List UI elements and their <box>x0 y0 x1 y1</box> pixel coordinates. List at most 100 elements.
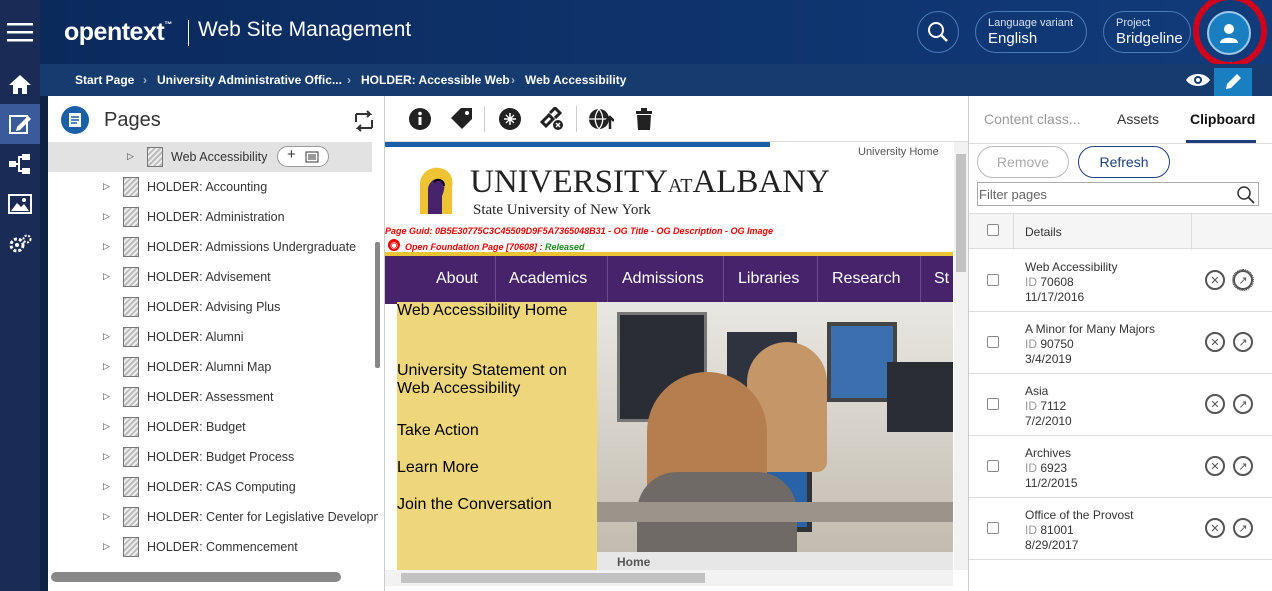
jump-to-page-icon[interactable]: ↗ <box>1232 269 1254 291</box>
info-icon[interactable] <box>407 106 433 132</box>
footer-home-link[interactable]: Home <box>617 555 650 569</box>
nav-admissions[interactable]: Admissions <box>622 270 704 288</box>
row-checkbox[interactable] <box>987 460 999 472</box>
tab-clipboard[interactable]: Clipboard <box>1190 111 1255 127</box>
settings-icon[interactable] <box>0 224 40 264</box>
edit-mode-button[interactable] <box>1214 68 1252 96</box>
tree-item[interactable]: HOLDER: Advising Plus <box>48 292 372 322</box>
clipboard-row[interactable]: Archives ID 6923 11/2/2015 ✕ ↗ <box>969 436 1272 498</box>
breadcrumb-item-accessible-web[interactable]: HOLDER: Accessible Web <box>361 73 510 87</box>
connect-icon[interactable] <box>497 106 523 132</box>
add-page-button[interactable]: + <box>277 146 329 167</box>
tree-item-selected[interactable]: ▷ Web Accessibility + <box>48 142 372 172</box>
expand-icon[interactable]: ▷ <box>103 241 110 252</box>
menu-university-statement[interactable]: University Statement on Web Accessibilit… <box>397 362 597 422</box>
publish-globe-icon[interactable] <box>588 106 614 132</box>
tree-item[interactable]: ▷ HOLDER: Administration <box>48 202 372 232</box>
tree-item[interactable]: ▷ HOLDER: Advisement <box>48 262 372 292</box>
preview-eye-icon[interactable] <box>1185 71 1211 92</box>
menu-icon[interactable] <box>0 12 40 52</box>
tag-icon[interactable] <box>449 106 475 132</box>
expand-icon[interactable]: ▷ <box>103 541 110 552</box>
home-icon[interactable] <box>0 64 40 104</box>
tree-item[interactable]: ▷ HOLDER: Alumni Map <box>48 352 372 382</box>
filter-pages-input[interactable]: Filter pages <box>977 182 1259 206</box>
expand-icon[interactable]: ▷ <box>127 151 134 162</box>
tree-item[interactable]: ▷ HOLDER: Admissions Undergraduate <box>48 232 372 262</box>
row-checkbox[interactable] <box>987 522 999 534</box>
search-button[interactable] <box>917 11 959 53</box>
expand-icon[interactable]: ▷ <box>103 391 110 402</box>
tree-horizontal-scrollbar[interactable] <box>51 572 341 582</box>
row-checkbox[interactable] <box>987 398 999 410</box>
clipboard-row[interactable]: A Minor for Many Majors ID 90750 3/4/2019 ✕… <box>969 312 1272 374</box>
tree-item[interactable]: ▷ HOLDER: Center for Legislative Developm <box>48 502 378 532</box>
nav-libraries[interactable]: Libraries <box>738 270 799 288</box>
row-checkbox[interactable] <box>987 274 999 286</box>
breadcrumb-item-start-page[interactable]: Start Page <box>75 73 134 87</box>
structure-icon[interactable] <box>0 144 40 184</box>
menu-take-action[interactable]: Take Action <box>397 422 597 459</box>
clipboard-row[interactable]: Web Accessibility ID 70608 11/17/2016 ✕ ↗ <box>969 250 1272 312</box>
tab-assets[interactable]: Assets <box>1117 111 1159 127</box>
university-home-link[interactable]: University Home <box>858 146 939 158</box>
nav-research[interactable]: Research <box>832 270 900 288</box>
nav-student-life[interactable]: St <box>934 270 949 288</box>
expand-icon[interactable]: ▷ <box>103 451 110 462</box>
jump-to-page-icon[interactable]: ↗ <box>1233 332 1253 352</box>
edit-icon[interactable] <box>0 104 40 144</box>
expand-icon[interactable]: ▷ <box>103 481 110 492</box>
row-checkbox[interactable] <box>987 336 999 348</box>
refresh-button[interactable]: Refresh <box>1078 146 1170 178</box>
sync-tree-icon[interactable] <box>352 110 376 137</box>
expand-icon[interactable]: ▷ <box>103 331 110 342</box>
select-all-checkbox[interactable] <box>987 224 999 236</box>
tree-item[interactable]: ▷ HOLDER: Alumni <box>48 322 372 352</box>
preview-hscroll-thumb[interactable] <box>401 573 705 583</box>
tree-item[interactable]: ▷ HOLDER: Accounting <box>48 172 372 202</box>
project-selector[interactable]: Project Bridgeline <box>1103 11 1191 53</box>
language-variant-selector[interactable]: Language variant English <box>975 11 1087 53</box>
nav-about[interactable]: About <box>436 270 478 288</box>
jump-to-page-icon[interactable]: ↗ <box>1233 394 1253 414</box>
remove-item-icon[interactable]: ✕ <box>1205 518 1225 538</box>
clipboard-row[interactable]: Office of the Provost ID 81001 8/29/2017 ✕ ↗ <box>969 498 1272 560</box>
preview-scroll-thumb[interactable] <box>956 154 966 272</box>
expand-icon[interactable]: ▷ <box>103 271 110 282</box>
trash-icon[interactable] <box>631 106 657 132</box>
menu-join-conversation[interactable]: Join the Conversation <box>397 496 597 556</box>
jump-to-page-icon[interactable]: ↗ <box>1233 518 1253 538</box>
tab-content-class[interactable]: Content class... <box>984 111 1081 127</box>
expand-icon[interactable]: ▷ <box>103 421 110 432</box>
nav-academics[interactable]: Academics <box>509 270 587 288</box>
expand-icon[interactable]: ▷ <box>103 211 110 222</box>
preview-horizontal-scrollbar[interactable] <box>385 570 953 586</box>
breadcrumb-item-web-accessibility[interactable]: Web Accessibility <box>525 73 626 87</box>
breadcrumb-item-admin-offices[interactable]: University Administrative Offic... <box>157 73 342 87</box>
remove-item-icon[interactable]: ✕ <box>1205 332 1225 352</box>
search-icon[interactable] <box>1236 185 1255 204</box>
remove-button[interactable]: Remove <box>977 146 1069 178</box>
remove-item-icon[interactable]: ✕ <box>1205 456 1225 476</box>
disconnect-link-icon[interactable] <box>539 106 565 132</box>
tree-vertical-scrollbar[interactable] <box>375 242 380 368</box>
tree-item[interactable]: ▷ HOLDER: Budget Process <box>48 442 372 472</box>
page-icon <box>123 507 139 527</box>
expand-icon[interactable]: ▷ <box>103 511 110 522</box>
menu-web-accessibility-home[interactable]: Web Accessibility Home <box>397 302 597 362</box>
open-foundation-icon[interactable]: ◉ <box>388 239 400 251</box>
remove-item-icon[interactable]: ✕ <box>1205 270 1225 290</box>
tree-item[interactable]: ▷ HOLDER: Assessment <box>48 382 372 412</box>
preview-vertical-scrollbar[interactable] <box>954 142 968 570</box>
expand-icon[interactable]: ▷ <box>103 181 110 192</box>
remove-item-icon[interactable]: ✕ <box>1205 394 1225 414</box>
jump-to-page-icon[interactable]: ↗ <box>1233 456 1253 476</box>
user-profile-button[interactable] <box>1207 11 1251 55</box>
tree-item[interactable]: ▷ HOLDER: CAS Computing <box>48 472 372 502</box>
tree-item[interactable]: ▷ HOLDER: Commencement <box>48 532 372 562</box>
clipboard-row[interactable]: Asia ID 7112 7/2/2010 ✕ ↗ <box>969 374 1272 436</box>
tree-item[interactable]: ▷ HOLDER: Budget <box>48 412 372 442</box>
menu-learn-more[interactable]: Learn More <box>397 459 597 496</box>
expand-icon[interactable]: ▷ <box>103 361 110 372</box>
assets-icon[interactable] <box>0 184 40 224</box>
